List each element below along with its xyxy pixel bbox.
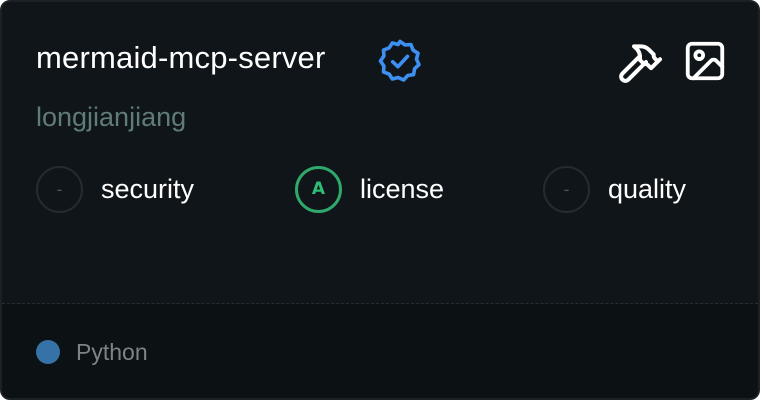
security-grade-badge: - [36,165,83,213]
footer-divider [2,303,758,304]
metric-license: A license [295,165,444,213]
hammer-icon[interactable] [616,38,664,86]
metric-quality: - quality [543,165,686,213]
metric-label-quality: quality [608,173,687,204]
metric-security: - security [36,165,194,213]
license-grade-badge: A [295,165,342,213]
verified-badge-icon [378,39,421,82]
image-icon[interactable] [682,38,728,84]
metric-label-security: security [101,173,195,204]
metric-label-license: license [360,173,445,204]
language-label: Python [76,339,148,365]
server-title[interactable]: mermaid-mcp-server [36,38,326,78]
server-card[interactable]: mermaid-mcp-server longjianjiang - secur… [0,0,760,400]
quality-grade-badge: - [543,165,590,213]
language-color-dot [36,340,60,364]
author-name[interactable]: longjianjiang [36,99,186,135]
